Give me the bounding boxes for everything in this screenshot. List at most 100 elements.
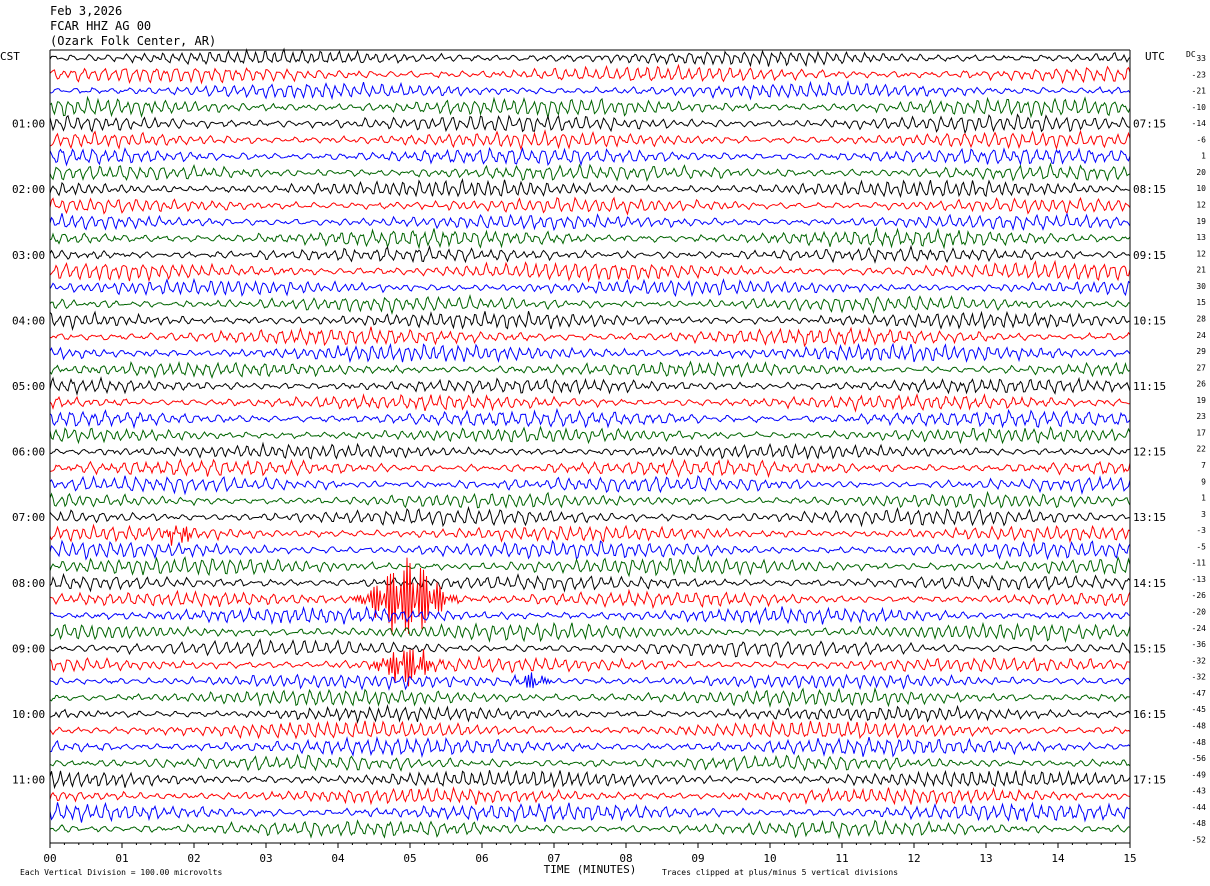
left-time-label: 01:00 — [12, 118, 45, 131]
dc-offset-label: 28 — [1196, 314, 1206, 323]
seismogram-trace-10 — [49, 212, 1131, 232]
x-tick-label: 01 — [115, 852, 128, 865]
x-tick-label: 10 — [763, 852, 776, 865]
right-time-label: 09:15 — [1133, 249, 1166, 262]
seismogram-trace-46 — [49, 801, 1131, 823]
seismogram-trace-22 — [49, 407, 1131, 430]
right-time-label: 07:15 — [1133, 118, 1166, 131]
dc-offset-label: -11 — [1192, 559, 1207, 568]
seismogram-trace-32 — [49, 572, 1131, 593]
seismogram-trace-25 — [49, 458, 1131, 479]
seismogram-trace-8 — [49, 178, 1131, 199]
seismogram-trace-40 — [49, 703, 1131, 725]
dc-offset-label: -48 — [1192, 721, 1207, 730]
x-tick-label: 02 — [187, 852, 200, 865]
seismogram-trace-27 — [49, 490, 1131, 509]
dc-offset-label: -32 — [1192, 656, 1207, 665]
dc-offset-label: 30 — [1196, 282, 1206, 291]
trace-group — [49, 47, 1131, 840]
dc-offset-label: 19 — [1196, 217, 1206, 226]
right-time-label: 14:15 — [1133, 577, 1166, 590]
seismogram-trace-18 — [49, 342, 1131, 364]
dc-offset-label: -10 — [1192, 103, 1207, 112]
seismogram-trace-26 — [49, 474, 1131, 496]
dc-offset-label: 27 — [1196, 363, 1206, 372]
seismogram-trace-23 — [49, 425, 1131, 445]
left-time-label: 06:00 — [12, 446, 45, 459]
dc-offset-label: -26 — [1192, 591, 1207, 600]
right-time-label: 08:15 — [1133, 183, 1166, 196]
seismogram-trace-31 — [49, 554, 1131, 578]
seismogram-trace-42 — [49, 736, 1131, 758]
right-time-label: 17:15 — [1133, 774, 1166, 787]
seismogram-trace-5 — [49, 129, 1131, 151]
dc-offset-label: 19 — [1196, 396, 1206, 405]
station-code: FCAR HHZ AG 00 — [50, 19, 151, 33]
dc-offset-label: 13 — [1196, 233, 1206, 242]
dc-offset-label: -45 — [1192, 705, 1207, 714]
x-axis-title: TIME (MINUTES) — [544, 863, 637, 876]
seismogram-trace-2 — [49, 80, 1131, 101]
seismogram-trace-11 — [49, 226, 1131, 250]
x-tick-label: 04 — [331, 852, 345, 865]
seismogram-trace-35 — [49, 621, 1131, 644]
right-time-label: 16:15 — [1133, 708, 1166, 721]
dc-offset-label: 21 — [1196, 266, 1206, 275]
dc-offset-label: -43 — [1192, 787, 1207, 796]
seismogram-trace-15 — [49, 294, 1131, 315]
right-time-label: 10:15 — [1133, 314, 1166, 327]
dc-offset-labels: 33-23-21-10-14-6120101219131221301528242… — [1192, 54, 1207, 844]
seismogram-trace-4 — [49, 113, 1130, 135]
x-tick-label: 00 — [43, 852, 56, 865]
x-tick-label: 03 — [259, 852, 272, 865]
right-time-label: 13:15 — [1133, 511, 1166, 524]
seismogram-trace-19 — [49, 360, 1131, 380]
seismogram-trace-36 — [49, 638, 1131, 659]
left-time-label: 07:00 — [12, 511, 45, 524]
seismogram-trace-7 — [49, 162, 1131, 182]
left-axis-label: CST — [0, 50, 20, 63]
dc-offset-label: -24 — [1192, 624, 1207, 633]
dc-offset-label: 20 — [1196, 168, 1206, 177]
seismogram-trace-34 — [49, 605, 1131, 626]
dc-offset-label: -20 — [1192, 608, 1207, 617]
dc-offset-label: -56 — [1192, 754, 1207, 763]
seismogram-trace-28 — [49, 505, 1131, 528]
dc-offset-label: -48 — [1192, 819, 1207, 828]
footer-clip-note: Traces clipped at plus/minus 5 vertical … — [662, 868, 898, 877]
chart-date: Feb 3,2026 — [50, 4, 122, 18]
left-time-label: 10:00 — [12, 708, 45, 721]
seismogram-trace-30 — [49, 539, 1131, 561]
dc-offset-label: -3 — [1196, 526, 1206, 535]
right-time-label: 12:15 — [1133, 446, 1166, 459]
seismogram-trace-37 — [49, 649, 1131, 687]
x-tick-label: 13 — [979, 852, 992, 865]
dc-offset-label: -48 — [1192, 738, 1207, 747]
station-location: (Ozark Folk Center, AR) — [50, 34, 216, 48]
seismogram-trace-13 — [49, 259, 1131, 283]
dc-offset-label: -52 — [1192, 835, 1207, 844]
x-tick-label: 09 — [691, 852, 704, 865]
helicorder-chart: Feb 3,2026 FCAR HHZ AG 00 (Ozark Folk Ce… — [0, 4, 1207, 877]
seismogram-trace-9 — [49, 196, 1131, 216]
dc-offset-label: 26 — [1196, 380, 1206, 389]
dc-offset-label: 33 — [1196, 54, 1206, 63]
left-time-label: 09:00 — [12, 642, 45, 655]
x-tick-label: 11 — [835, 852, 848, 865]
seismogram-trace-45 — [49, 786, 1131, 806]
seismogram-trace-29 — [49, 523, 1131, 546]
dc-offset-label: 3 — [1201, 510, 1206, 519]
right-axis-label: UTC — [1145, 50, 1165, 63]
x-axis-ticks: 00 01 02 03 04 05 06 07 08 09 10 11 12 13 14 15 — [43, 843, 1137, 865]
seismogram-trace-3 — [49, 95, 1131, 119]
dc-offset-label: -44 — [1192, 803, 1207, 812]
seismogram-trace-24 — [49, 441, 1131, 460]
right-time-label: 11:15 — [1133, 380, 1166, 393]
dc-offset-label: -6 — [1196, 135, 1206, 144]
right-time-labels: 07:15 08:15 09:15 10:15 11:15 12:15 13:15 14:15… — [1133, 118, 1166, 787]
seismogram-trace-47 — [49, 819, 1131, 840]
seismogram-trace-21 — [49, 392, 1130, 413]
seismogram-trace-16 — [49, 310, 1131, 331]
left-time-label: 05:00 — [12, 380, 45, 393]
dc-offset-label: -47 — [1192, 689, 1207, 698]
